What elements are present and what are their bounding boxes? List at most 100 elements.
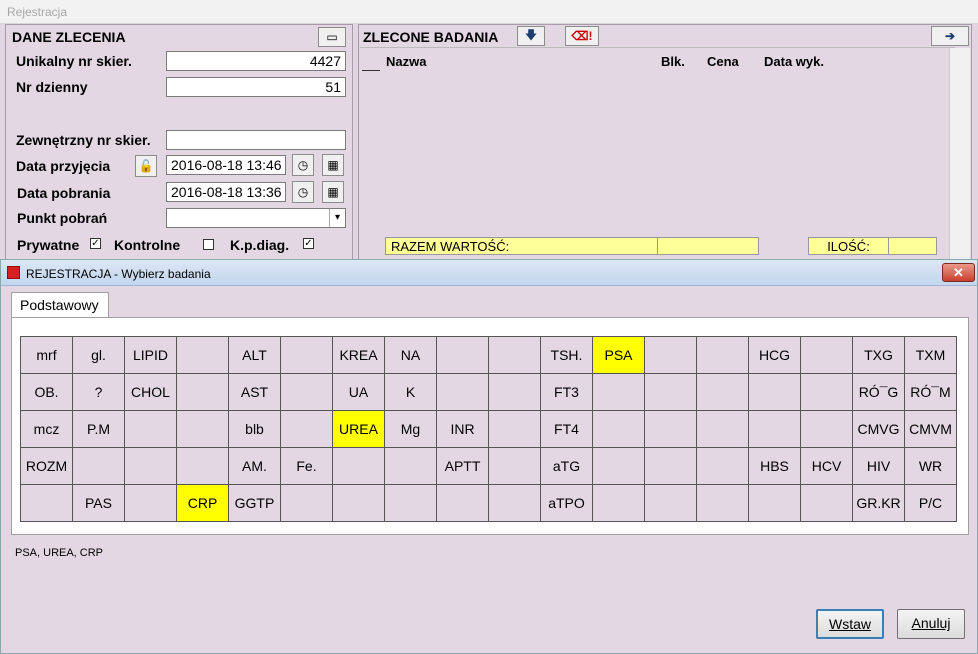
- empty-cell[interactable]: [748, 484, 801, 522]
- test-cell-inr[interactable]: INR: [436, 410, 489, 448]
- empty-cell[interactable]: [332, 484, 385, 522]
- empty-cell[interactable]: [436, 373, 489, 411]
- test-cell-pas[interactable]: PAS: [72, 484, 125, 522]
- empty-cell[interactable]: [124, 484, 177, 522]
- test-cell-rg[interactable]: RÓ¯G: [852, 373, 905, 411]
- test-cell-mcz[interactable]: mcz: [20, 410, 73, 448]
- empty-cell[interactable]: [488, 410, 541, 448]
- empty-cell[interactable]: [800, 336, 853, 374]
- test-cell-hcv[interactable]: HCV: [800, 447, 853, 485]
- test-cell-hcg[interactable]: HCG: [748, 336, 801, 374]
- empty-cell[interactable]: [384, 447, 437, 485]
- empty-cell[interactable]: [488, 336, 541, 374]
- close-icon[interactable]: ✕: [942, 263, 975, 282]
- test-cell-alt[interactable]: ALT: [228, 336, 281, 374]
- insert-button[interactable]: Wstaw: [816, 609, 884, 639]
- collection-date-field[interactable]: 2016-08-18 13:36: [166, 182, 286, 202]
- empty-cell[interactable]: [488, 447, 541, 485]
- test-cell-ft3[interactable]: FT3: [540, 373, 593, 411]
- tab-basic[interactable]: Podstawowy: [11, 292, 109, 318]
- unique-referral-field[interactable]: 4427: [166, 51, 346, 71]
- empty-cell[interactable]: [644, 484, 697, 522]
- test-cell-txg[interactable]: TXG: [852, 336, 905, 374]
- test-cell-cmvg[interactable]: CMVG: [852, 410, 905, 448]
- empty-cell[interactable]: [332, 447, 385, 485]
- empty-cell[interactable]: [644, 373, 697, 411]
- empty-cell[interactable]: [176, 447, 229, 485]
- empty-cell[interactable]: [176, 373, 229, 411]
- empty-cell[interactable]: [592, 447, 645, 485]
- test-cell-chol[interactable]: CHOL: [124, 373, 177, 411]
- clock-icon[interactable]: ◷: [292, 154, 314, 176]
- empty-cell[interactable]: [696, 484, 749, 522]
- empty-cell[interactable]: [124, 447, 177, 485]
- test-cell-mg[interactable]: Mg: [384, 410, 437, 448]
- test-cell-lipid[interactable]: LIPID: [124, 336, 177, 374]
- clear-alert-icon[interactable]: ⌫!: [565, 26, 599, 46]
- test-cell-crp[interactable]: CRP: [176, 484, 229, 522]
- column-name[interactable]: Nazwa: [386, 54, 426, 69]
- collection-point-select[interactable]: ▾: [166, 208, 346, 228]
- daily-number-field[interactable]: 51: [166, 77, 346, 97]
- chevron-down-icon[interactable]: ▾: [329, 209, 345, 227]
- empty-cell[interactable]: [280, 373, 333, 411]
- test-cell-krea[interactable]: KREA: [332, 336, 385, 374]
- empty-cell[interactable]: [644, 336, 697, 374]
- test-cell-wr[interactable]: WR: [904, 447, 957, 485]
- empty-cell[interactable]: [696, 447, 749, 485]
- test-cell-urea[interactable]: UREA: [332, 410, 385, 448]
- vertical-scrollbar[interactable]: [949, 48, 970, 262]
- empty-cell[interactable]: [488, 484, 541, 522]
- layout-icon[interactable]: ▭: [318, 27, 346, 47]
- empty-cell[interactable]: [696, 336, 749, 374]
- empty-cell[interactable]: [592, 373, 645, 411]
- empty-cell[interactable]: [488, 373, 541, 411]
- unlock-icon[interactable]: 🔓: [135, 155, 157, 177]
- test-cell-ggtp[interactable]: GGTP: [228, 484, 281, 522]
- empty-cell[interactable]: [436, 484, 489, 522]
- test-cell-pc[interactable]: P/C: [904, 484, 957, 522]
- empty-cell[interactable]: [436, 336, 489, 374]
- test-cell-aptt[interactable]: APTT: [436, 447, 489, 485]
- test-cell-atg[interactable]: aTG: [540, 447, 593, 485]
- empty-cell[interactable]: [280, 336, 333, 374]
- test-cell-na[interactable]: NA: [384, 336, 437, 374]
- kpdiag-checkbox[interactable]: ✓: [303, 238, 314, 249]
- empty-cell[interactable]: [280, 410, 333, 448]
- empty-cell[interactable]: [644, 410, 697, 448]
- empty-cell[interactable]: [176, 336, 229, 374]
- empty-cell[interactable]: [800, 484, 853, 522]
- test-cell-gl[interactable]: gl.: [72, 336, 125, 374]
- empty-cell[interactable]: [176, 410, 229, 448]
- test-cell-fe[interactable]: Fe.: [280, 447, 333, 485]
- arrow-right-icon[interactable]: ➔: [931, 26, 969, 46]
- admission-date-field[interactable]: 2016-08-18 13:46: [166, 155, 286, 175]
- test-cell-ft4[interactable]: FT4: [540, 410, 593, 448]
- empty-cell[interactable]: [20, 484, 73, 522]
- empty-cell[interactable]: [748, 410, 801, 448]
- empty-cell[interactable]: [72, 447, 125, 485]
- empty-cell[interactable]: [696, 373, 749, 411]
- empty-cell[interactable]: [384, 484, 437, 522]
- empty-cell[interactable]: [800, 410, 853, 448]
- empty-cell[interactable]: [124, 410, 177, 448]
- test-cell-ua[interactable]: UA: [332, 373, 385, 411]
- empty-cell[interactable]: [644, 447, 697, 485]
- control-checkbox[interactable]: [203, 239, 214, 250]
- tests-list[interactable]: Nazwa Blk. Cena Data wyk. RAZEM WARTOŚĆ:…: [360, 47, 955, 261]
- test-cell-pm[interactable]: P.M: [72, 410, 125, 448]
- external-referral-field[interactable]: [166, 130, 346, 150]
- test-cell-k[interactable]: K: [384, 373, 437, 411]
- test-cell-mrf[interactable]: mrf: [20, 336, 73, 374]
- test-cell-hiv[interactable]: HIV: [852, 447, 905, 485]
- test-cell-rozm[interactable]: ROZM: [20, 447, 73, 485]
- empty-cell[interactable]: [280, 484, 333, 522]
- empty-cell[interactable]: [800, 373, 853, 411]
- test-cell-cmvm[interactable]: CMVM: [904, 410, 957, 448]
- calendar-icon[interactable]: ▦: [322, 181, 344, 203]
- test-cell-psa[interactable]: PSA: [592, 336, 645, 374]
- arrow-down-icon[interactable]: 🡇: [517, 26, 545, 46]
- test-cell-am[interactable]: AM.: [228, 447, 281, 485]
- test-cell-grkr[interactable]: GR.KR: [852, 484, 905, 522]
- clock-icon[interactable]: ◷: [292, 181, 314, 203]
